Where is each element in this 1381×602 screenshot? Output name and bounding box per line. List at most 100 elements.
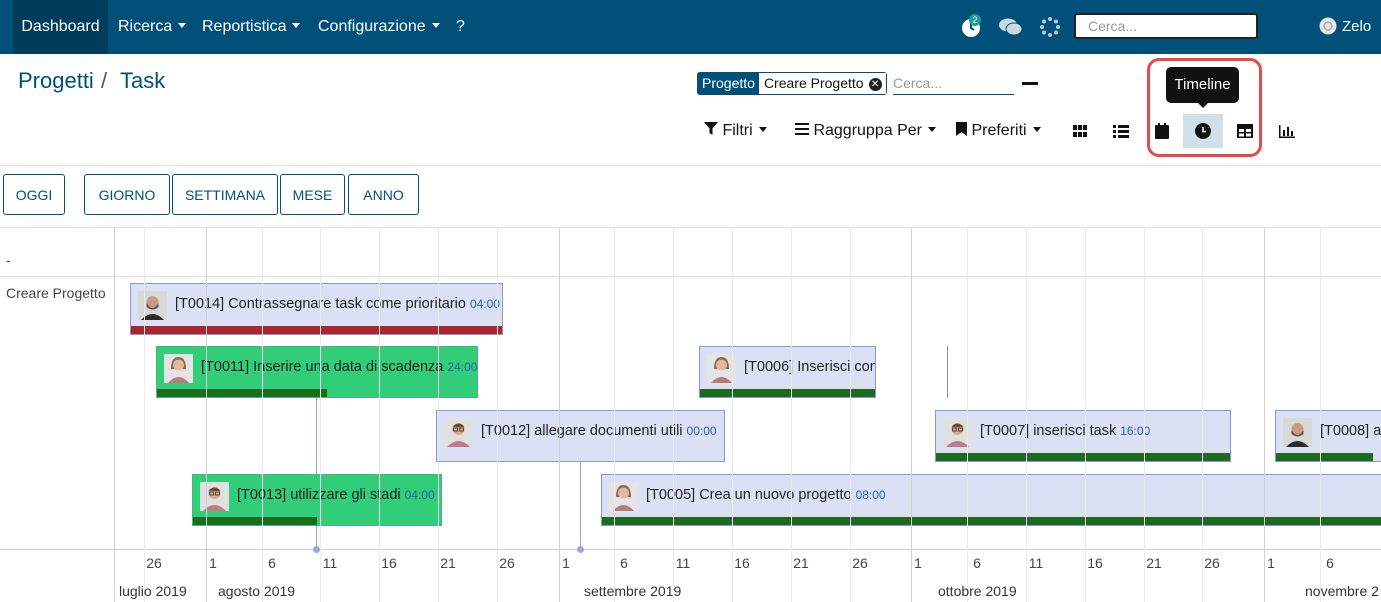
dependency-line (580, 459, 581, 550)
grid-line (320, 227, 321, 602)
task-bar-T0007[interactable]: [T0007] inserisci task 16:00 (935, 410, 1231, 462)
month-label: agosto 2019 (218, 583, 296, 599)
kanban-icon (1073, 125, 1087, 137)
day-tick-label: 1 (562, 555, 570, 571)
task-name: inserisci task (1033, 423, 1117, 439)
task-time: 16:00 (1120, 424, 1151, 438)
task-name: Contrassegnare task come prioritario (228, 296, 466, 312)
grid-line (144, 227, 145, 602)
grid-line (1085, 227, 1086, 602)
gantt-header-label: - (6, 252, 11, 268)
favorites-button[interactable]: Preferiti (956, 122, 1041, 140)
task-progress-bar (700, 389, 875, 397)
grid-line (379, 227, 380, 602)
task-code: [T0006] (744, 359, 794, 375)
graph-icon (1279, 124, 1295, 138)
view-list-button[interactable] (1102, 114, 1140, 148)
filters-label: Filtri (722, 122, 753, 139)
task-code: [T0011] (201, 359, 250, 375)
view-kanban-button[interactable] (1061, 114, 1099, 148)
month-label: luglio 2019 (119, 583, 187, 599)
user-avatar-icon[interactable] (1319, 17, 1337, 40)
nav-reportistica[interactable]: Reportistica (202, 0, 301, 54)
breadcrumb-parent[interactable]: Progetti (18, 68, 94, 94)
nav-help-label: ? (456, 18, 465, 35)
assignee-avatar (138, 291, 167, 320)
filters-button[interactable]: Filtri (704, 122, 767, 140)
gantt-group-label[interactable]: Creare Progetto (6, 285, 106, 301)
grid-line (1264, 227, 1265, 602)
grid-line (967, 227, 968, 602)
scale-day-button[interactable]: GIORNO (84, 174, 170, 215)
task-name: as (1373, 423, 1381, 439)
control-panel-divider (0, 165, 1381, 166)
view-graph-button[interactable] (1268, 114, 1306, 148)
task-time: 08:00 (855, 488, 886, 502)
assignee-avatar (1283, 418, 1312, 447)
scale-month-button[interactable]: MESE (280, 174, 345, 215)
task-code: [T0014] (175, 296, 225, 312)
task-progress-bar (193, 517, 317, 525)
task-name: Inserire una data di scadenza (253, 359, 444, 375)
task-name: Crea un nuovo progetto (699, 487, 852, 503)
grid-line (1202, 227, 1203, 602)
nav-ricerca[interactable]: Ricerca (118, 0, 187, 54)
global-search-input[interactable] (1074, 13, 1258, 39)
month-label: ottobre 2019 (938, 583, 1017, 599)
chat-icon[interactable] (998, 17, 1024, 42)
grid-line (911, 227, 912, 602)
remove-facet-icon[interactable]: ✕ (868, 78, 882, 91)
month-label: novembre 2 (1305, 583, 1379, 599)
user-name[interactable]: Zelo (1342, 0, 1371, 54)
dependency-dot (577, 546, 584, 553)
top-navbar: Dashboard Ricerca Reportistica Configura… (0, 0, 1381, 54)
scale-year-button[interactable]: ANNO (348, 174, 419, 215)
nav-help[interactable]: ? (456, 0, 465, 54)
task-code: [T0012] (481, 423, 531, 439)
collapse-icon[interactable] (1022, 82, 1038, 85)
grid-line (559, 227, 560, 602)
day-tick-label: 1 (1267, 555, 1275, 571)
group-by-button[interactable]: Raggruppa Per (795, 122, 936, 140)
nav-configurazione-label: Configurazione (318, 18, 426, 35)
task-name: allegare documenti utili (534, 423, 683, 439)
task-bar-T0008[interactable]: [T0008] as (1275, 410, 1381, 462)
list-icon (1113, 124, 1129, 138)
gantt-sidebar-divider (114, 227, 115, 602)
assignee-avatar (444, 418, 473, 447)
grid-line (1320, 227, 1321, 602)
grid-line (1026, 227, 1027, 602)
group-by-label: Raggruppa Per (813, 122, 922, 139)
facet-value: Creare Progetto (763, 75, 864, 91)
loading-spinner-icon (1039, 16, 1061, 43)
grid-line (850, 227, 851, 602)
task-code: [T0008] (1320, 423, 1370, 439)
dependency-line (316, 396, 317, 550)
task-bar-T0013[interactable]: [T0013] utilizzare gli stadi04:00 (192, 474, 442, 526)
grid-line (791, 227, 792, 602)
task-code: [T0005] (646, 487, 696, 503)
nav-ricerca-label: Ricerca (118, 18, 173, 35)
chevron-down-icon (431, 23, 440, 28)
activity-badge: 2 (969, 14, 981, 26)
timeline-tooltip: Timeline (1166, 67, 1239, 108)
nav-configurazione[interactable]: Configurazione (318, 0, 440, 54)
gantt-top-border (0, 227, 1381, 228)
nav-dashboard-label: Dashboard (21, 18, 100, 35)
task-progress-bar (1276, 453, 1373, 461)
bars-icon (795, 123, 809, 135)
scale-week-button[interactable]: SETTIMANA (172, 174, 278, 215)
chevron-down-icon (178, 23, 187, 28)
nav-dashboard[interactable]: Dashboard (13, 0, 108, 54)
task-progress-bar (131, 326, 502, 334)
task-progress-bar (157, 389, 327, 397)
search-input[interactable] (893, 72, 1014, 95)
grid-line (732, 227, 733, 602)
today-button[interactable]: OGGI (3, 174, 65, 215)
grid-line (206, 227, 207, 602)
task-bar-T0012[interactable]: [T0012] allegare documenti utili 00:00 (436, 410, 725, 462)
task-bar-T0011[interactable]: [T0011] Inserire una data di scadenza 24:… (156, 346, 478, 398)
task-bar-T0014[interactable]: [T0014] Contrassegnare task come priorit… (130, 283, 503, 335)
filter-icon (704, 122, 718, 135)
breadcrumb-current: Task (120, 68, 166, 93)
